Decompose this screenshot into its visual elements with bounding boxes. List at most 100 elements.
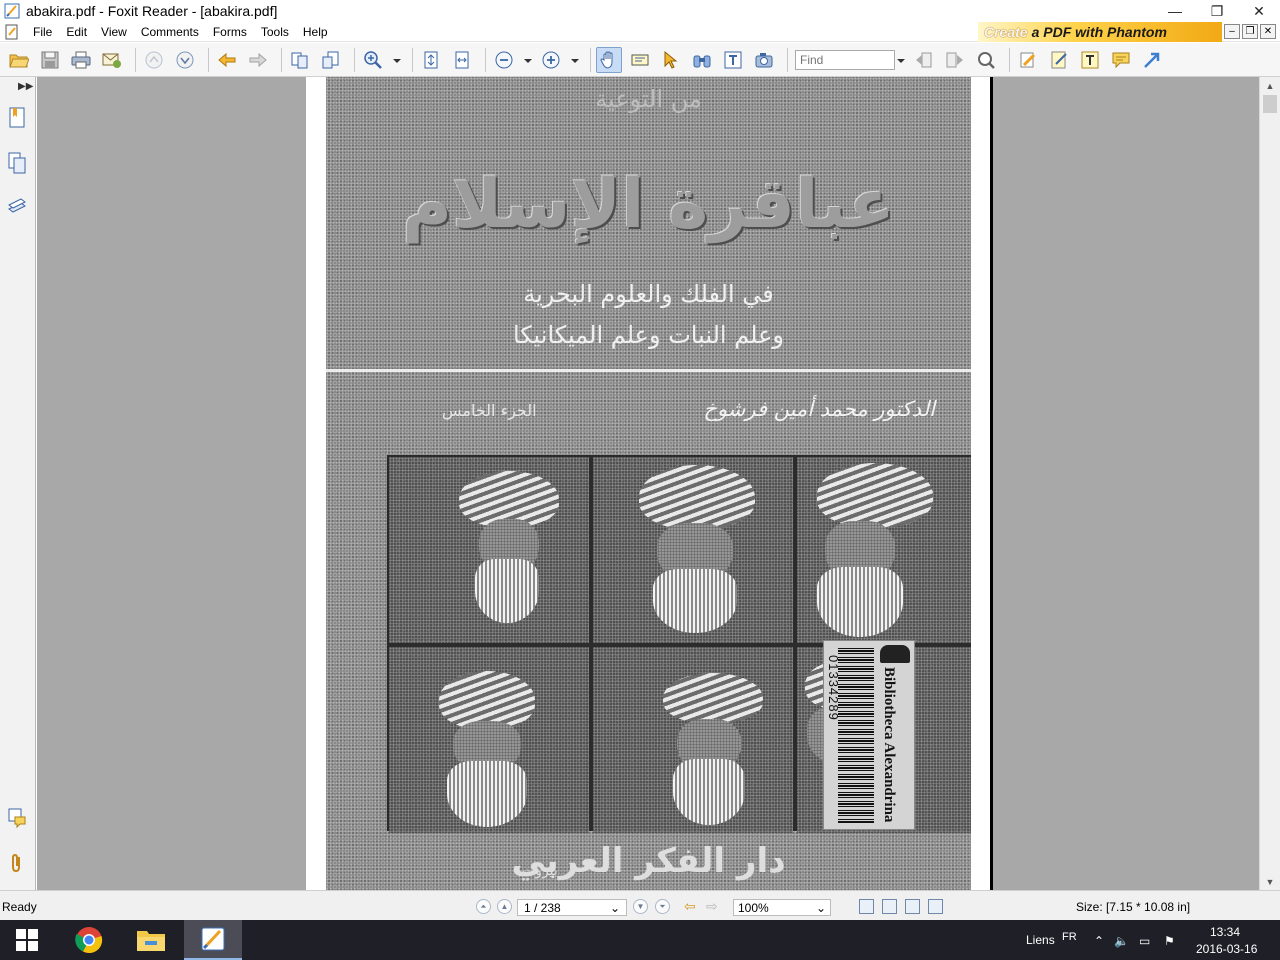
attachments-panel-button[interactable]	[5, 850, 29, 876]
zoom-out-button[interactable]	[491, 47, 517, 73]
action-center-flag-icon[interactable]: ⚑	[1164, 934, 1175, 948]
print-button[interactable]	[68, 47, 94, 73]
expand-panel-icon[interactable]: ▶▶	[18, 81, 33, 92]
find-options-dropdown[interactable]	[895, 47, 907, 73]
chevron-down-icon[interactable]: ⌄	[610, 901, 620, 915]
comment-button[interactable]	[1108, 47, 1134, 73]
scroll-thumb[interactable]	[1263, 95, 1277, 113]
chevron-down-icon[interactable]: ⌄	[816, 901, 826, 915]
menu-file[interactable]: File	[26, 22, 59, 42]
advanced-search-button[interactable]	[973, 47, 999, 73]
status-bar: Ready ⏶ ▲ 1 / 238 ⌄ ▼ ⏷ ⇦ ⇨ 100% ⌄ Size:…	[0, 890, 1280, 920]
tray-links-label[interactable]: Liens	[1026, 933, 1055, 947]
open-button[interactable]	[6, 47, 32, 73]
menu-view[interactable]: View	[94, 22, 134, 42]
find-previous-icon	[916, 52, 932, 67]
last-page-button[interactable]: ⏷	[655, 899, 670, 914]
typewriter-button[interactable]	[720, 47, 746, 73]
zoom-out-dropdown[interactable]	[522, 47, 534, 73]
zoom-level-field[interactable]: 100% ⌄	[733, 899, 831, 916]
extract-pages-button[interactable]	[287, 47, 313, 73]
menu-edit[interactable]: Edit	[59, 22, 94, 42]
find-previous-button[interactable]	[911, 47, 937, 73]
toolbar-separator	[787, 47, 788, 72]
page-number-field[interactable]: 1 / 238 ⌄	[517, 899, 627, 916]
taskbar-chrome[interactable]	[60, 920, 118, 960]
tray-date[interactable]: 2016-03-16	[1196, 942, 1257, 956]
document-viewport[interactable]: من التوعية عباقرة الإسلام في الفلك والعل…	[37, 77, 1259, 890]
text-annotation-button[interactable]	[1077, 47, 1103, 73]
continuous-layout-icon[interactable]	[882, 899, 897, 914]
attach-file-button[interactable]	[1015, 47, 1041, 73]
back-button[interactable]	[214, 47, 240, 73]
scroll-up-arrow[interactable]: ▲	[1260, 77, 1280, 94]
restore-button[interactable]: ❐	[1196, 0, 1238, 22]
volume-icon[interactable]: 🔈	[1114, 934, 1129, 948]
insert-pages-button[interactable]	[318, 47, 344, 73]
open-folder-icon	[9, 54, 29, 67]
minimize-button[interactable]: —	[1154, 0, 1196, 22]
zoom-in-dropdown[interactable]	[569, 47, 581, 73]
banner-phantom-text: a PDF with Phantom	[1031, 24, 1167, 40]
select-annotation-button[interactable]	[658, 47, 684, 73]
menu-comments[interactable]: Comments	[134, 22, 206, 42]
phantom-ad-banner[interactable]: Create a PDF with Phantom	[978, 22, 1222, 42]
tray-time[interactable]: 13:34	[1210, 925, 1240, 939]
layers-panel-button[interactable]	[5, 194, 29, 220]
hand-tool-button[interactable]	[596, 46, 622, 73]
next-page-status-button[interactable]: ▼	[633, 899, 648, 914]
find-next-icon	[946, 52, 963, 67]
doc-minimize-button[interactable]: –	[1224, 24, 1240, 39]
single-page-layout-icon[interactable]	[859, 899, 874, 914]
start-button[interactable]	[0, 920, 54, 960]
library-barcode-label: 01334289 Bibliotheca Alexandrina	[823, 640, 915, 830]
network-icon[interactable]: ▭	[1139, 934, 1150, 948]
doc-restore-button[interactable]: ❐	[1242, 24, 1258, 39]
next-page-button[interactable]	[172, 47, 198, 73]
email-button[interactable]	[99, 47, 125, 73]
scroll-down-arrow[interactable]: ▼	[1260, 873, 1280, 890]
comments-panel-button[interactable]	[5, 805, 29, 831]
find-input[interactable]	[795, 49, 895, 70]
note-edit-icon	[1051, 51, 1067, 68]
menu-tools[interactable]: Tools	[254, 22, 296, 42]
menu-forms[interactable]: Forms	[206, 22, 254, 42]
previous-page-button[interactable]	[141, 47, 167, 73]
vertical-scrollbar[interactable]: ▲ ▼	[1259, 77, 1280, 890]
arrow-tool-button[interactable]	[1139, 47, 1165, 73]
zoom-tool-dropdown[interactable]	[391, 47, 403, 73]
close-button[interactable]: ✕	[1238, 0, 1280, 22]
save-button[interactable]	[37, 47, 63, 73]
pages-panel-button[interactable]	[5, 150, 29, 176]
barcode-number: 01334289	[826, 655, 841, 721]
book-cover: من التوعية عباقرة الإسلام في الفلك والعل…	[326, 77, 971, 890]
tray-language[interactable]: FR	[1062, 931, 1077, 943]
find-next-button[interactable]	[942, 47, 968, 73]
search-tool-button[interactable]	[689, 47, 715, 73]
select-text-button[interactable]	[627, 47, 653, 73]
taskbar-file-explorer[interactable]	[122, 920, 180, 960]
paperclip-icon	[12, 853, 20, 873]
forward-button[interactable]	[245, 47, 271, 73]
menu-help[interactable]: Help	[296, 22, 335, 42]
snapshot-button[interactable]	[751, 47, 777, 73]
taskbar-foxit-reader[interactable]	[184, 920, 242, 960]
toolbar-separator	[590, 47, 591, 72]
note-button[interactable]	[1046, 47, 1072, 73]
zoom-in-tool-button[interactable]	[360, 47, 386, 73]
bookmarks-panel-button[interactable]	[5, 105, 29, 131]
continuous-facing-layout-icon[interactable]	[928, 899, 943, 914]
actual-size-button[interactable]	[418, 47, 444, 73]
toolbar	[0, 43, 1280, 77]
document-icon[interactable]	[4, 24, 20, 40]
zoom-in-button[interactable]	[538, 47, 564, 73]
fit-width-button[interactable]	[449, 47, 475, 73]
hand-icon	[600, 50, 613, 69]
doc-close-button[interactable]: ✕	[1260, 24, 1276, 39]
tray-expand-icon[interactable]: ⌃	[1094, 934, 1104, 948]
arrow-right-icon[interactable]: ⇨	[706, 898, 718, 915]
facing-layout-icon[interactable]	[905, 899, 920, 914]
first-page-button[interactable]: ⏶	[476, 899, 491, 914]
arrow-left-icon[interactable]: ⇦	[684, 898, 696, 915]
prev-page-button[interactable]: ▲	[497, 899, 512, 914]
